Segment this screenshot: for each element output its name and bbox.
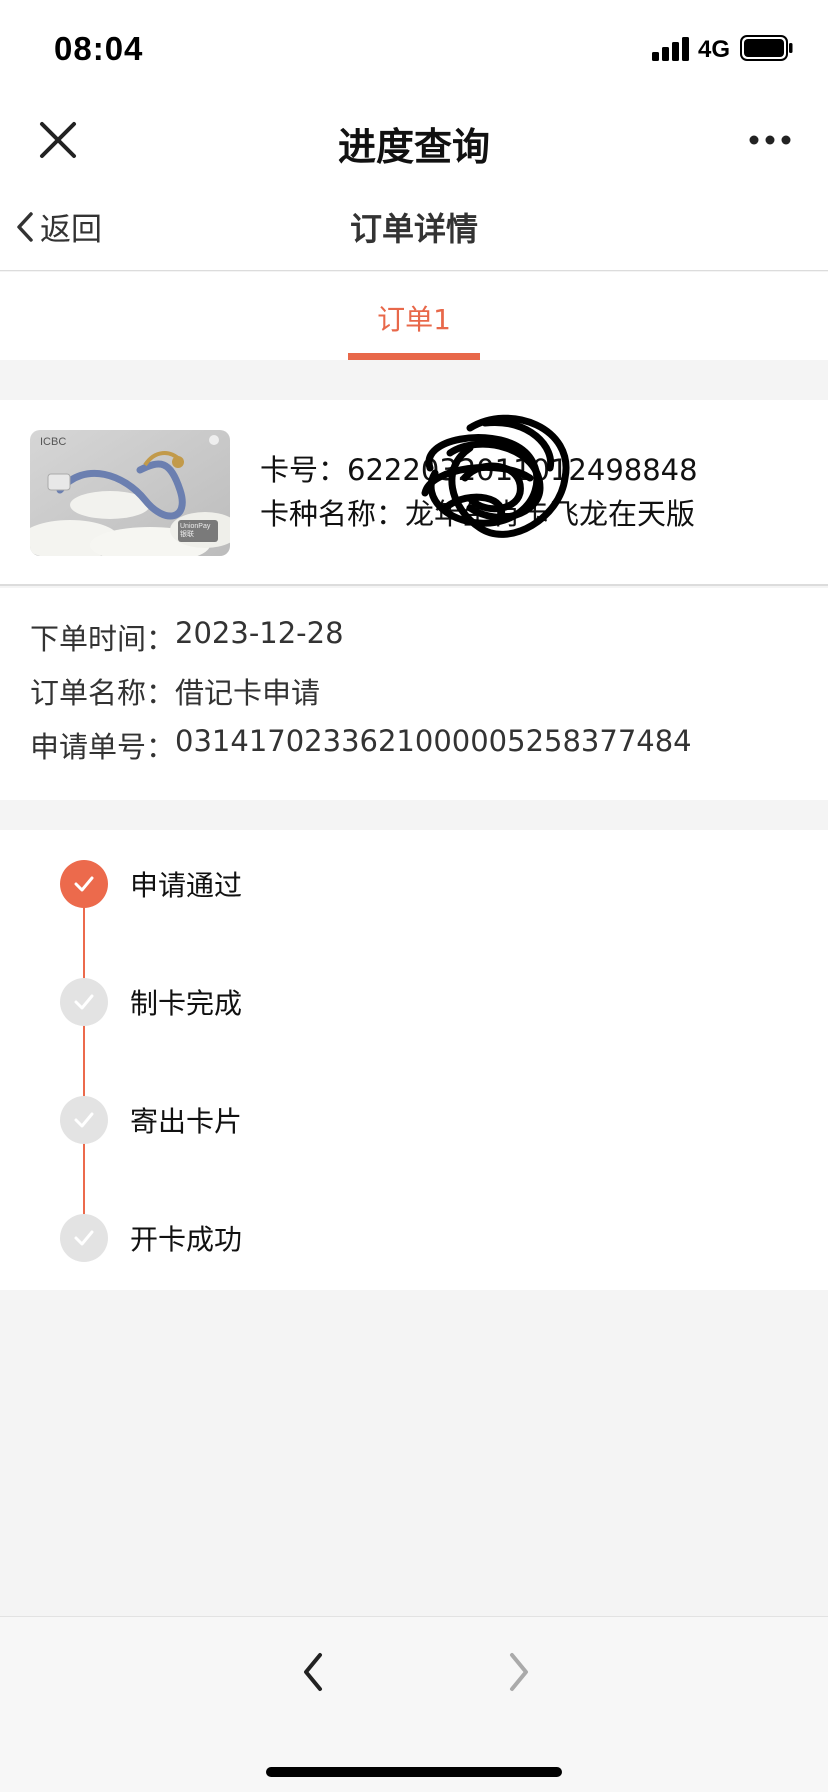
tab-active-indicator — [348, 353, 480, 360]
step-label: 制卡完成 — [130, 987, 243, 1020]
home-indicator — [266, 1767, 562, 1777]
order-name-value: 借记卡申请 — [175, 676, 321, 710]
wx-title: 进度查询 — [337, 125, 490, 169]
status-time: 08:04 — [54, 30, 144, 67]
step-card-made: 制卡完成 — [60, 977, 242, 1027]
tab-label: 订单1 — [377, 303, 451, 336]
check-icon — [60, 1096, 108, 1144]
card-unionpay-text: UnionPay 银联 — [180, 523, 211, 538]
step-label: 申请通过 — [130, 869, 243, 902]
page-title: 订单详情 — [349, 210, 478, 248]
redaction-scribble — [421, 414, 570, 538]
browser-bottom-bar — [0, 1616, 828, 1792]
page-nav-bar: 返回 订单详情 — [0, 184, 828, 271]
order-time-row: 下单时间： 2023-12-28 — [30, 616, 828, 670]
check-icon — [60, 860, 108, 908]
application-number-row: 申请单号： 0314170233621000005258377484 — [30, 724, 828, 778]
chevron-left-icon[interactable] — [296, 1647, 332, 1697]
battery-icon — [740, 35, 793, 61]
check-icon — [60, 1214, 108, 1262]
step-card-activated: 开卡成功 — [60, 1213, 242, 1263]
status-bar: 08:04 4G — [0, 0, 828, 96]
step-approved: 申请通过 — [60, 859, 242, 909]
order-name-label: 订单名称： — [30, 676, 176, 710]
check-icon — [60, 978, 108, 1026]
card-brand-text: ICBC — [40, 436, 67, 448]
order-name-row: 订单名称： 借记卡申请 — [30, 670, 828, 724]
tab-bar: 订单1 — [0, 272, 828, 360]
card-type-label: 卡种名称： — [260, 497, 406, 531]
tab-order-1[interactable]: 订单1 — [348, 272, 480, 360]
step-label: 开卡成功 — [130, 1223, 243, 1256]
application-number-value: 0314170233621000005258377484 — [175, 724, 692, 758]
timeline-line — [83, 879, 85, 1219]
order-time-label: 下单时间： — [30, 622, 176, 656]
chevron-right-icon[interactable] — [500, 1647, 536, 1697]
progress-timeline: 申请通过 制卡完成 寄出卡片 开卡成功 — [0, 830, 828, 1290]
application-number-label: 申请单号： — [30, 730, 176, 764]
card-number-label: 卡号： — [260, 453, 348, 487]
more-icon[interactable] — [748, 133, 792, 147]
step-label: 寄出卡片 — [130, 1105, 243, 1138]
step-card-shipped: 寄出卡片 — [60, 1095, 242, 1145]
order-time-value: 2023-12-28 — [175, 616, 344, 650]
card-image: ICBC UnionPay 银联 — [30, 430, 230, 556]
signal-icon — [652, 37, 689, 61]
order-info-section: 下单时间： 2023-12-28 订单名称： 借记卡申请 申请单号： 03141… — [0, 588, 828, 800]
wx-header: 进度查询 — [0, 96, 828, 184]
network-type: 4G — [698, 36, 731, 63]
